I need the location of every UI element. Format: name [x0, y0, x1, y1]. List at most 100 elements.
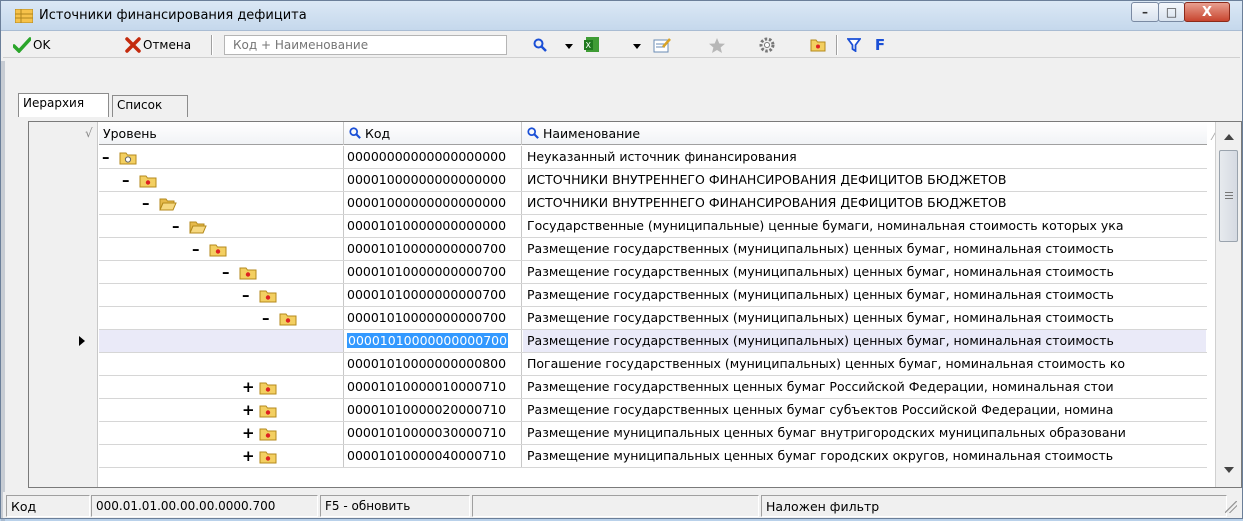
table-row[interactable]: – 00001010000000000700 Размещение государс… — [99, 284, 1207, 307]
code-cell[interactable]: 00001010000020000710 — [345, 399, 522, 421]
table-row[interactable]: 00001010000000000800 Погашение государств… — [99, 353, 1207, 376]
level-cell[interactable] — [99, 353, 344, 375]
table-row[interactable]: – 00001010000000000700 Размещение государс… — [99, 238, 1207, 261]
expand-icon[interactable]: + — [242, 422, 255, 444]
level-cell[interactable] — [99, 330, 344, 352]
table-row[interactable]: +00001010000010000710 Размещение государс… — [99, 376, 1207, 399]
column-header-code[interactable]: Код — [345, 122, 522, 145]
edit-icon[interactable] — [653, 36, 671, 54]
table-row[interactable]: – 00001000000000000000 ИСТОЧНИКИ ВНУТРЕННЕ… — [99, 169, 1207, 192]
expand-icon[interactable]: + — [242, 445, 255, 467]
vertical-scrollbar[interactable] — [1215, 122, 1241, 487]
scroll-up-arrow-icon[interactable] — [1224, 134, 1234, 140]
table-row[interactable]: – 00001000000000000000 ИСТОЧНИКИ ВНУТРЕННЕ… — [99, 192, 1207, 215]
title-bar[interactable]: Источники финансирования дефицита – □ X — [1, 1, 1242, 31]
expand-icon[interactable]: + — [242, 376, 255, 398]
table-row[interactable]: – 00001010000000000700 Размещение государс… — [99, 307, 1207, 330]
level-cell[interactable]: – — [99, 146, 344, 168]
level-cell[interactable]: + — [99, 422, 344, 444]
excel-icon[interactable]: X — [583, 36, 601, 54]
name-cell[interactable]: Размещение государственных ценных бумаг … — [523, 399, 1206, 421]
level-cell[interactable]: – — [99, 169, 344, 191]
table-row[interactable]: +00001010000040000710 Размещение муниципа… — [99, 445, 1207, 468]
dropdown-arrow-icon[interactable] — [565, 44, 573, 49]
scroll-thumb[interactable] — [1219, 150, 1238, 242]
code-cell[interactable]: 00001010000000000000 — [345, 215, 522, 237]
code-cell[interactable]: 00001000000000000000 — [345, 192, 522, 214]
ok-button[interactable]: OK — [13, 34, 50, 56]
name-cell[interactable]: Государственные (муниципальные) ценные б… — [523, 215, 1206, 237]
name-cell[interactable]: Размещение государственных ценных бумаг … — [523, 376, 1206, 398]
code-cell[interactable]: 00001010000000000700 — [345, 238, 522, 260]
search-input[interactable] — [224, 35, 507, 55]
code-cell[interactable]: 00001010000000000700 — [345, 307, 522, 329]
scroll-down-arrow-icon[interactable] — [1224, 467, 1234, 473]
level-cell[interactable]: + — [99, 445, 344, 467]
level-cell[interactable]: + — [99, 399, 344, 421]
collapse-icon[interactable]: – — [122, 169, 130, 191]
folder-icon[interactable] — [809, 36, 827, 54]
f-icon[interactable]: F — [871, 36, 889, 54]
code-cell[interactable]: 00001000000000000000 — [345, 169, 522, 191]
code-cell[interactable]: 00001010000000000700 — [345, 261, 522, 283]
code-cell[interactable]: 00001010000000000700 — [345, 284, 522, 306]
filter-icon[interactable] — [845, 36, 863, 54]
open-folder-icon — [159, 196, 177, 211]
level-cell[interactable]: – — [99, 284, 344, 306]
level-cell[interactable]: + — [99, 376, 344, 398]
resize-grip-icon[interactable] — [1225, 501, 1237, 513]
cancel-button[interactable]: Отмена — [125, 34, 191, 56]
level-cell[interactable]: – — [99, 215, 344, 237]
collapse-icon[interactable]: – — [172, 215, 180, 237]
level-cell[interactable]: – — [99, 261, 344, 283]
table-row[interactable]: +00001010000030000710 Размещение муниципа… — [99, 422, 1207, 445]
code-cell[interactable]: 00001010000040000710 — [345, 445, 522, 467]
code-cell[interactable]: 00001010000000000800 — [345, 353, 522, 375]
column-header-level[interactable]: Уровень — [99, 122, 344, 145]
name-cell[interactable]: Неуказанный источник финансирования — [523, 146, 1206, 168]
name-cell[interactable]: Размещение государственных (муниципальны… — [523, 238, 1206, 260]
code-value: 00001010000000000000 — [347, 218, 507, 233]
collapse-icon[interactable]: – — [102, 146, 110, 168]
tab-list[interactable]: Список — [112, 95, 188, 117]
table-row[interactable]: +00001010000020000710 Размещение государс… — [99, 399, 1207, 422]
table-row[interactable]: – 00000000000000000000 Неуказанный источни… — [99, 146, 1207, 169]
minimize-button[interactable]: – — [1131, 2, 1159, 22]
maximize-button[interactable]: □ — [1158, 2, 1185, 22]
name-cell[interactable]: Размещение государственных (муниципальны… — [523, 261, 1206, 283]
name-cell[interactable]: ИСТОЧНИКИ ВНУТРЕННЕГО ФИНАНСИРОВАНИЯ ДЕФ… — [523, 192, 1206, 214]
data-grid[interactable]: √ Уровень Код Наименование – 000000000000… — [28, 121, 1242, 488]
name-cell[interactable]: Размещение муниципальных ценных бумаг го… — [523, 445, 1206, 467]
code-value: 00001010000000000700 — [347, 333, 509, 348]
code-cell[interactable]: 00001010000030000710 — [345, 422, 522, 444]
table-row[interactable]: – 00001010000000000000 Государственные (му… — [99, 215, 1207, 238]
collapse-icon[interactable]: – — [222, 261, 230, 283]
table-row[interactable]: 00001010000000000700 Размещение государст… — [99, 330, 1207, 353]
collapse-icon[interactable]: – — [242, 284, 250, 306]
collapse-icon[interactable]: – — [142, 192, 150, 214]
name-cell[interactable]: Размещение государственных (муниципальны… — [523, 307, 1206, 329]
search-icon — [527, 127, 539, 139]
search-icon[interactable] — [531, 36, 549, 54]
tab-hierarchy[interactable]: Иерархия — [18, 93, 109, 117]
name-cell[interactable]: Погашение государственных (муниципальных… — [523, 353, 1206, 375]
level-cell[interactable]: – — [99, 192, 344, 214]
star-icon[interactable] — [708, 36, 726, 54]
name-cell[interactable]: Размещение государственных (муниципальны… — [523, 330, 1206, 352]
table-row[interactable]: – 00001010000000000700 Размещение государс… — [99, 261, 1207, 284]
code-cell[interactable]: 00001010000000000700 — [345, 330, 522, 352]
close-button[interactable]: X — [1184, 2, 1230, 22]
level-cell[interactable]: – — [99, 238, 344, 260]
name-cell[interactable]: ИСТОЧНИКИ ВНУТРЕННЕГО ФИНАНСИРОВАНИЯ ДЕФ… — [523, 169, 1206, 191]
name-cell[interactable]: Размещение муниципальных ценных бумаг вн… — [523, 422, 1206, 444]
level-cell[interactable]: – — [99, 307, 344, 329]
code-cell[interactable]: 00000000000000000000 — [345, 146, 522, 168]
dropdown-arrow-icon[interactable] — [633, 44, 641, 49]
collapse-icon[interactable]: – — [262, 307, 270, 329]
gear-icon[interactable] — [758, 36, 776, 54]
column-header-name[interactable]: Наименование — [523, 122, 1207, 145]
expand-icon[interactable]: + — [242, 399, 255, 421]
name-cell[interactable]: Размещение государственных (муниципальны… — [523, 284, 1206, 306]
collapse-icon[interactable]: – — [192, 238, 200, 260]
code-cell[interactable]: 00001010000010000710 — [345, 376, 522, 398]
